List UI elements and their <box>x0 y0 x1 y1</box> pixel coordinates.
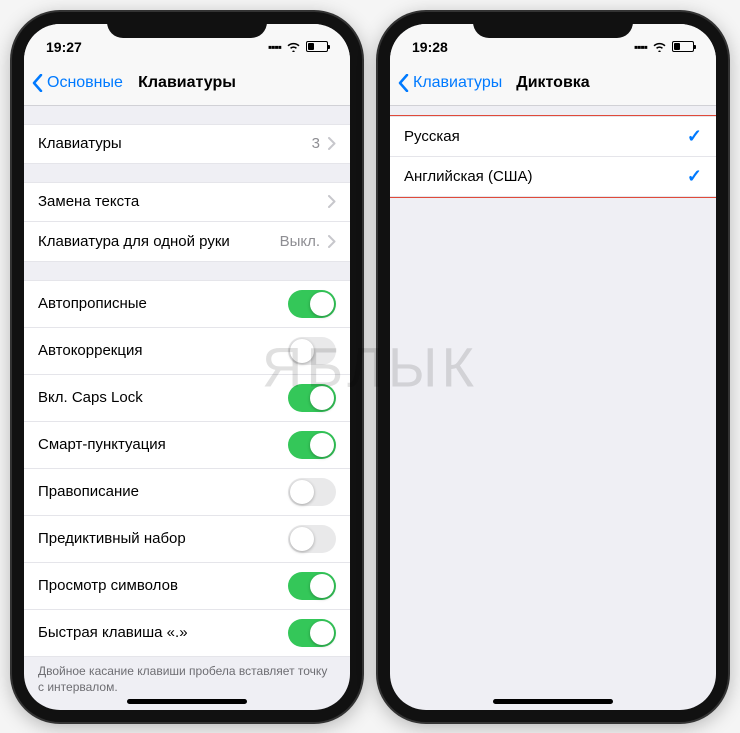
cell-label: Вкл. Caps Lock <box>38 389 143 406</box>
cell-label: Клавиатуры <box>38 135 122 152</box>
toggle-row[interactable]: Вкл. Caps Lock <box>24 375 350 422</box>
checkmark-icon: ✓ <box>687 126 702 147</box>
cell-label: Предиктивный набор <box>38 530 186 547</box>
screen-left: 19:27 ▪▪▪▪ Основные Клавиатуры Кла <box>24 24 350 710</box>
row-keyboards[interactable]: Клавиатуры 3 <box>24 124 350 164</box>
wifi-icon <box>286 39 301 55</box>
back-label: Клавиатуры <box>413 74 502 92</box>
cell-label: Автопрописные <box>38 295 147 312</box>
cell-label: Правописание <box>38 483 139 500</box>
back-label: Основные <box>47 74 123 92</box>
cellular-signal-icon: ▪▪▪▪ <box>268 40 281 54</box>
languages-content[interactable]: Русская ✓ Английская (США) ✓ <box>390 106 716 710</box>
row-one-handed-keyboard[interactable]: Клавиатура для одной руки Выкл. <box>24 222 350 262</box>
status-time: 19:27 <box>46 39 82 55</box>
chevron-left-icon <box>398 74 409 92</box>
cell-label: Быстрая клавиша «.» <box>38 624 188 641</box>
chevron-right-icon <box>328 137 336 150</box>
screen-right: 19:28 ▪▪▪▪ Клавиатуры Диктовка Русская✓А… <box>390 24 716 710</box>
toggle-group: Автопрописные Автокоррекция Вкл. Caps Lock… <box>24 280 350 657</box>
settings-content[interactable]: Клавиатуры 3 Замена текста <box>24 106 350 710</box>
toggle-switch[interactable] <box>288 384 336 412</box>
toggle-row[interactable]: Автокоррекция <box>24 328 350 375</box>
home-indicator[interactable] <box>493 699 613 704</box>
toggle-switch[interactable] <box>288 619 336 647</box>
checkmark-icon: ✓ <box>687 166 702 187</box>
toggle-switch[interactable] <box>288 431 336 459</box>
notch <box>473 12 633 38</box>
page-title: Диктовка <box>516 74 589 92</box>
toggle-switch[interactable] <box>288 290 336 318</box>
toggle-row[interactable]: Предиктивный набор <box>24 516 350 563</box>
toggle-switch[interactable] <box>288 337 336 365</box>
nav-bar: Клавиатуры Диктовка <box>390 62 716 106</box>
back-button[interactable]: Клавиатуры <box>390 74 502 92</box>
language-group: Русская ✓ Английская (США) ✓ <box>390 116 716 197</box>
cell-value: Выкл. <box>280 233 320 250</box>
nav-bar: Основные Клавиатуры <box>24 62 350 106</box>
cell-label: Смарт-пунктуация <box>38 436 166 453</box>
cell-label: Замена текста <box>38 193 139 210</box>
chevron-right-icon <box>328 235 336 248</box>
chevron-right-icon <box>328 195 336 208</box>
phone-right: 19:28 ▪▪▪▪ Клавиатуры Диктовка Русская✓А… <box>378 12 728 722</box>
toggle-row[interactable]: Быстрая клавиша «.» <box>24 610 350 657</box>
cellular-signal-icon: ▪▪▪▪ <box>634 40 647 54</box>
back-button[interactable]: Основные <box>24 74 123 92</box>
cell-label: Автокоррекция <box>38 342 142 359</box>
toggle-row[interactable]: Просмотр символов <box>24 563 350 610</box>
row-text-replacement[interactable]: Замена текста <box>24 182 350 222</box>
cell-label: Английская (США) <box>404 168 533 185</box>
toggle-row[interactable]: Правописание <box>24 469 350 516</box>
cell-label: Русская <box>404 128 460 145</box>
cell-label: Клавиатура для одной руки <box>38 233 230 250</box>
cell-value: 3 <box>312 135 320 152</box>
status-time: 19:28 <box>412 39 448 55</box>
battery-icon <box>306 41 328 52</box>
toggle-switch[interactable] <box>288 478 336 506</box>
battery-icon <box>672 41 694 52</box>
toggle-switch[interactable] <box>288 572 336 600</box>
phone-left: 19:27 ▪▪▪▪ Основные Клавиатуры Кла <box>12 12 362 722</box>
toggle-switch[interactable] <box>288 525 336 553</box>
toggle-row[interactable]: Автопрописные <box>24 280 350 328</box>
cell-label: Просмотр символов <box>38 577 178 594</box>
home-indicator[interactable] <box>127 699 247 704</box>
notch <box>107 12 267 38</box>
chevron-left-icon <box>32 74 43 92</box>
page-title: Клавиатуры <box>138 74 236 92</box>
language-row[interactable]: Русская ✓ <box>390 116 716 157</box>
toggle-row[interactable]: Смарт-пунктуация <box>24 422 350 469</box>
language-row[interactable]: Английская (США) ✓ <box>390 157 716 197</box>
group-footer-toggles: Двойное касание клавиши пробела вставляе… <box>24 657 350 697</box>
wifi-icon <box>652 39 667 55</box>
